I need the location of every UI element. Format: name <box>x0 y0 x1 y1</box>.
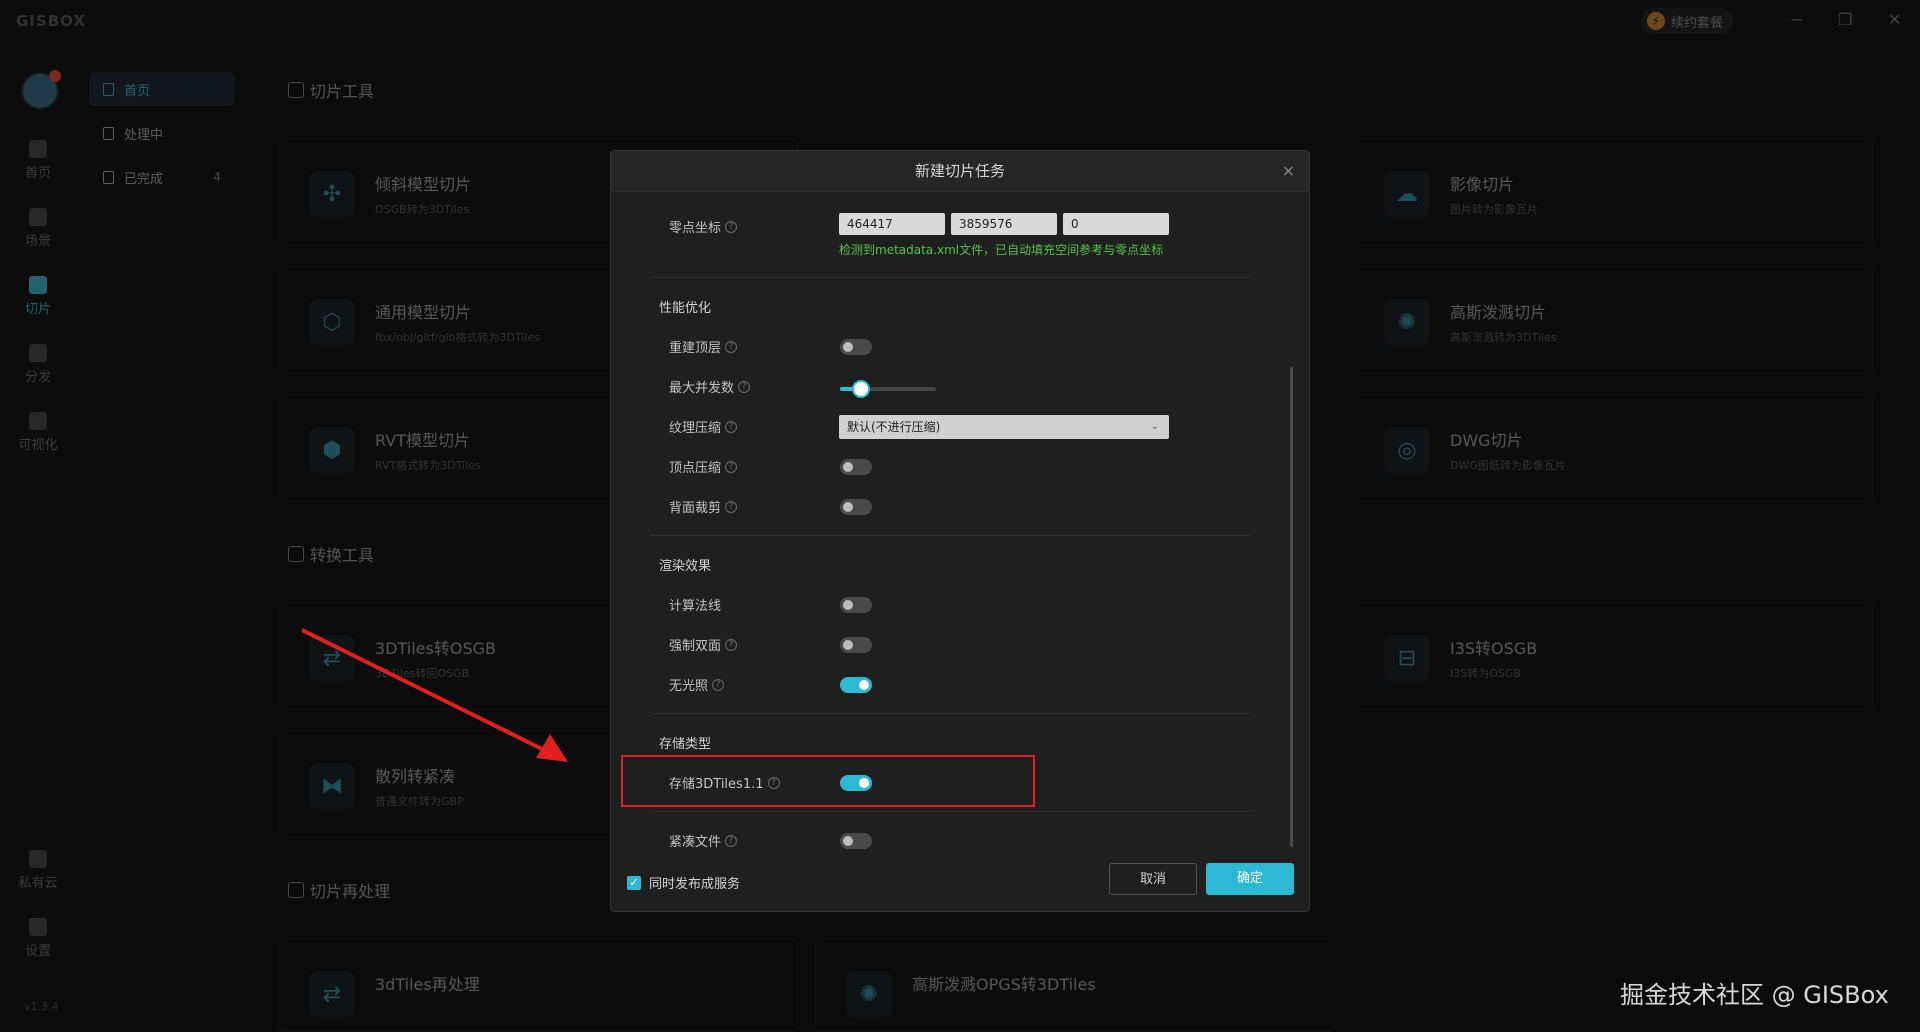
backface-cull-toggle[interactable] <box>840 499 872 515</box>
publish-service-checkbox[interactable]: ✓ <box>627 875 641 890</box>
unlit-text: 无光照 <box>669 679 709 694</box>
help-icon[interactable]: ? <box>738 380 751 393</box>
help-icon[interactable]: ? <box>725 420 738 433</box>
slider-thumb[interactable] <box>852 380 871 398</box>
origin-x-input[interactable]: 464417 <box>839 213 945 235</box>
origin-z-input[interactable]: 0 <box>1063 213 1169 235</box>
help-icon[interactable]: ? <box>725 638 738 651</box>
render-group-title: 渲染效果 <box>659 559 712 574</box>
publish-service-row[interactable]: ✓ 同时发布成服务 <box>627 873 740 892</box>
dialog-scrollbar[interactable] <box>1290 367 1293 847</box>
texture-compress-select[interactable]: 默认(不进行压缩) ⌄ <box>839 415 1169 439</box>
toggle-knob <box>843 342 853 352</box>
normals-label: 计算法线 <box>669 595 721 614</box>
vertex-compress-toggle[interactable] <box>840 459 872 475</box>
backface-cull-text: 背面裁剪 <box>669 501 722 516</box>
divider <box>651 811 1251 812</box>
store-3dtiles11-toggle[interactable] <box>840 775 872 791</box>
select-value: 默认(不进行压缩) <box>847 420 941 434</box>
max-concurrency-slider[interactable] <box>840 380 936 398</box>
confirm-button[interactable]: 确定 <box>1206 863 1294 895</box>
toggle-knob <box>843 502 853 512</box>
cancel-button[interactable]: 取消 <box>1109 863 1197 895</box>
rebuild-top-text: 重建顶层 <box>669 341 722 356</box>
origin-y-input[interactable]: 3859576 <box>951 213 1057 235</box>
divider <box>651 277 1251 278</box>
dialog-title: 新建切片任务 <box>914 162 1005 180</box>
help-icon[interactable]: ? <box>725 340 738 353</box>
toggle-knob <box>843 462 853 472</box>
divider <box>651 713 1251 714</box>
unlit-toggle[interactable] <box>840 677 872 693</box>
storage-group-title: 存储类型 <box>659 737 712 752</box>
arrow-shaft <box>301 628 549 754</box>
normals-text: 计算法线 <box>669 599 722 614</box>
normals-toggle[interactable] <box>840 597 872 613</box>
origin-label: 零点坐标 ? <box>669 217 738 236</box>
divider <box>651 535 1251 536</box>
toggle-knob <box>843 600 853 610</box>
toggle-knob <box>843 836 853 846</box>
dialog-close-icon[interactable]: × <box>1282 151 1295 191</box>
help-icon[interactable]: ? <box>712 678 725 691</box>
unlit-label: 无光照 ? <box>669 675 725 694</box>
double-sided-text: 强制双面 <box>669 639 722 654</box>
store-3dtiles11-label: 存储3DTiles1.1 ? <box>669 773 780 792</box>
rebuild-top-toggle[interactable] <box>840 339 872 355</box>
texture-compress-text: 纹理压缩 <box>669 421 722 436</box>
toggle-knob <box>843 640 853 650</box>
new-slice-task-dialog: 新建切片任务 × 零点坐标 ? 464417 3859576 0 检测到meta… <box>610 150 1310 912</box>
double-sided-toggle[interactable] <box>840 637 872 653</box>
origin-label-text: 零点坐标 <box>669 221 722 236</box>
toggle-knob <box>859 680 869 690</box>
dialog-header: 新建切片任务 × <box>611 151 1309 192</box>
help-icon[interactable]: ? <box>725 220 738 233</box>
help-icon[interactable]: ? <box>767 776 780 789</box>
store-3dtiles11-text: 存储3DTiles1.1 <box>669 777 764 792</box>
publish-service-label: 同时发布成服务 <box>649 877 741 892</box>
texture-compress-label: 纹理压缩 ? <box>669 417 738 436</box>
help-icon[interactable]: ? <box>725 500 738 513</box>
annotation-arrow <box>301 628 568 762</box>
chevron-down-icon: ⌄ <box>1150 421 1159 432</box>
toggle-knob <box>859 778 869 788</box>
vertex-compress-text: 顶点压缩 <box>669 461 722 476</box>
max-concurrency-text: 最大并发数 <box>669 381 735 396</box>
watermark: 掘金技术社区 @ GISBox <box>1620 981 1889 1009</box>
double-sided-label: 强制双面 ? <box>669 635 738 654</box>
compact-file-label: 紧凑文件 ? <box>669 831 738 850</box>
help-icon[interactable]: ? <box>725 834 738 847</box>
vertex-compress-label: 顶点压缩 ? <box>669 457 738 476</box>
rebuild-top-label: 重建顶层 ? <box>669 337 738 356</box>
max-concurrency-label: 最大并发数 ? <box>669 377 751 396</box>
perf-group-title: 性能优化 <box>659 301 712 316</box>
backface-cull-label: 背面裁剪 ? <box>669 497 738 516</box>
compact-file-toggle[interactable] <box>840 833 872 849</box>
help-icon[interactable]: ? <box>725 460 738 473</box>
metadata-hint: 检测到metadata.xml文件，已自动填充空间参考与零点坐标 <box>839 243 1164 257</box>
compact-file-text: 紧凑文件 <box>669 835 722 850</box>
